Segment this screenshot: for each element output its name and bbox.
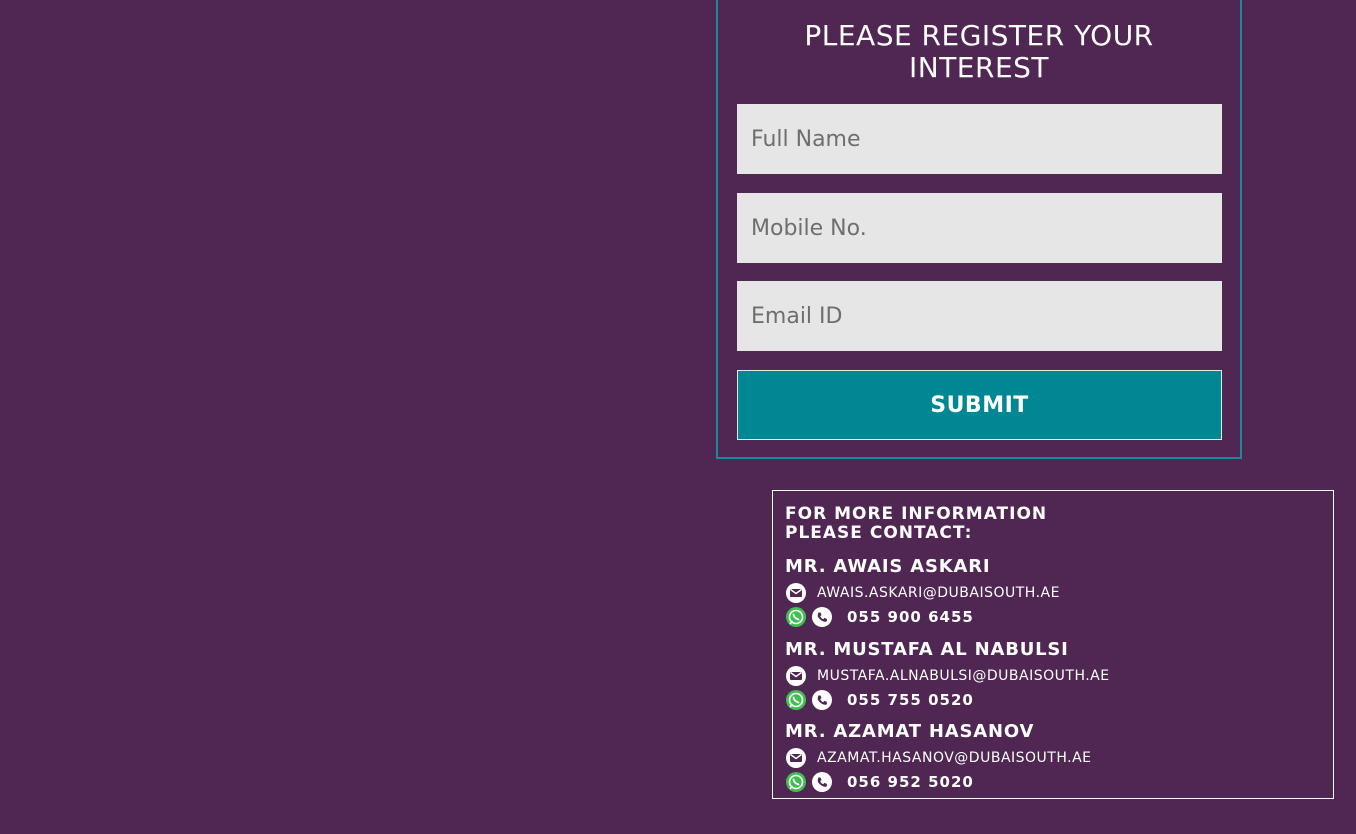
whatsapp-icon[interactable] bbox=[785, 689, 807, 711]
mobile-input[interactable] bbox=[737, 193, 1222, 263]
contact-email-row: AZAMAT.HASANOV@DUBAISOUTH.AE bbox=[785, 746, 1325, 770]
email-input[interactable] bbox=[737, 281, 1222, 351]
form-title: PLEASE REGISTER YOUR INTEREST bbox=[804, 19, 1154, 84]
contact-email-link[interactable]: AZAMAT.HASANOV@DUBAISOUTH.AE bbox=[817, 750, 1092, 766]
register-form: PLEASE REGISTER YOUR INTEREST SUBMIT bbox=[716, 0, 1242, 459]
contact-phone-link[interactable]: 056 952 5020 bbox=[847, 773, 974, 791]
whatsapp-icon[interactable] bbox=[785, 606, 807, 628]
contact-phone-link[interactable]: 055 900 6455 bbox=[847, 608, 974, 626]
contact-phone-row: 056 952 5020 bbox=[785, 770, 1325, 794]
contact-person: MR. AZAMAT HASANOV AZAMAT.HASANOV@DUBAIS… bbox=[785, 722, 1325, 794]
phone-icon[interactable] bbox=[811, 771, 833, 793]
contact-phone-row: 055 900 6455 bbox=[785, 605, 1325, 629]
contact-email-row: MUSTAFA.ALNABULSI@DUBAISOUTH.AE bbox=[785, 664, 1325, 688]
contact-email-link[interactable]: MUSTAFA.ALNABULSI@DUBAISOUTH.AE bbox=[817, 668, 1110, 684]
contact-phone-row: 055 755 0520 bbox=[785, 688, 1325, 712]
contact-name: MR. AZAMAT HASANOV bbox=[785, 721, 1035, 742]
contact-phone-link[interactable]: 055 755 0520 bbox=[847, 691, 974, 709]
whatsapp-icon[interactable] bbox=[785, 771, 807, 793]
contact-person: MR. AWAIS ASKARI AWAIS.ASKARI@DUBAISOUTH… bbox=[785, 557, 1325, 629]
contact-heading: FOR MORE INFORMATION PLEASE CONTACT: bbox=[785, 505, 1047, 543]
envelope-icon bbox=[785, 747, 807, 769]
contact-heading-line2: PLEASE CONTACT: bbox=[785, 523, 973, 543]
contact-heading-line1: FOR MORE INFORMATION bbox=[785, 504, 1048, 524]
contact-email-link[interactable]: AWAIS.ASKARI@DUBAISOUTH.AE bbox=[817, 585, 1060, 601]
envelope-icon bbox=[785, 665, 807, 687]
page: PLEASE REGISTER YOUR INTEREST SUBMIT FOR… bbox=[0, 0, 1356, 834]
contact-name: MR. AWAIS ASKARI bbox=[785, 556, 991, 577]
submit-button[interactable]: SUBMIT bbox=[737, 370, 1222, 440]
contact-person: MR. MUSTAFA AL NABULSI MUSTAFA.ALNABULSI… bbox=[785, 640, 1325, 712]
contact-email-row: AWAIS.ASKARI@DUBAISOUTH.AE bbox=[785, 581, 1325, 605]
envelope-icon bbox=[785, 582, 807, 604]
phone-icon[interactable] bbox=[811, 689, 833, 711]
phone-icon[interactable] bbox=[811, 606, 833, 628]
full-name-input[interactable] bbox=[737, 104, 1222, 174]
contact-info-box: FOR MORE INFORMATION PLEASE CONTACT: MR.… bbox=[772, 490, 1334, 799]
contact-name: MR. MUSTAFA AL NABULSI bbox=[785, 639, 1069, 660]
